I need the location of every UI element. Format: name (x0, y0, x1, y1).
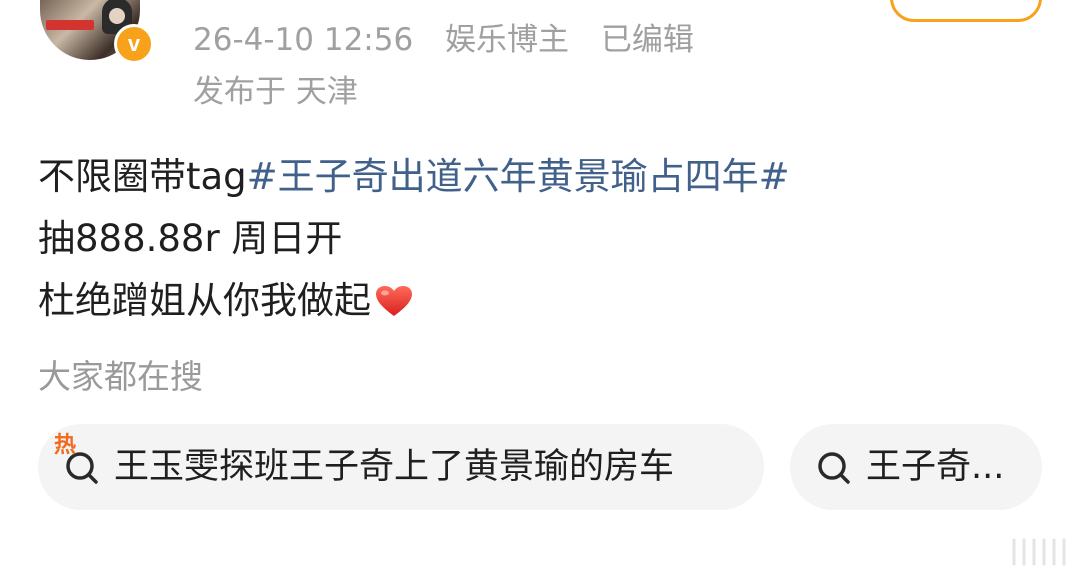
post-edited-label: 已编辑 (600, 22, 694, 58)
post-body: 不限圈带tag#王子奇出道六年黄景瑜占四年# 抽888.88r 周日开 杜绝蹭姐… (38, 146, 790, 332)
trending-search-text: 王子奇... (866, 447, 1005, 487)
search-icon (812, 444, 858, 490)
post-datetime: 26-4-10 12:56 (193, 22, 414, 58)
post-hashtag-link[interactable]: #王子奇出道六年黄景瑜占四年# (247, 155, 790, 198)
follow-button[interactable] (890, 0, 1042, 22)
post-line-1: 不限圈带tag#王子奇出道六年黄景瑜占四年# (38, 146, 790, 208)
verified-v-icon: v (114, 24, 154, 64)
weibo-post: v 26-4-10 12:56 娱乐博主 已编辑 发布于 天津 不限圈带tag#… (0, 0, 1080, 574)
post-category: 娱乐博主 (445, 22, 570, 58)
avatar-banner (46, 20, 94, 30)
post-line-2: 抽888.88r 周日开 (38, 217, 343, 260)
post-location: 发布于 天津 (193, 74, 358, 110)
watermark-icon (1006, 534, 1076, 570)
post-line-3: 杜绝蹭姐从你我做起 (38, 270, 790, 332)
trending-search-item[interactable]: 王子奇... (790, 424, 1042, 510)
search-icon: 热 (54, 434, 106, 490)
post-meta: 26-4-10 12:56 娱乐博主 已编辑 (193, 20, 716, 60)
post-text-prefix: 不限圈带tag (38, 155, 247, 198)
trending-search-title: 大家都在搜 (38, 357, 203, 396)
post-line-3-text: 杜绝蹭姐从你我做起 (38, 279, 371, 322)
trending-search-item[interactable]: 热 王玉雯探班王子奇上了黄景瑜的房车 (38, 424, 764, 510)
hot-badge: 热 (54, 433, 77, 458)
heart-icon (375, 274, 413, 316)
trending-search-text: 王玉雯探班王子奇上了黄景瑜的房车 (114, 447, 675, 487)
